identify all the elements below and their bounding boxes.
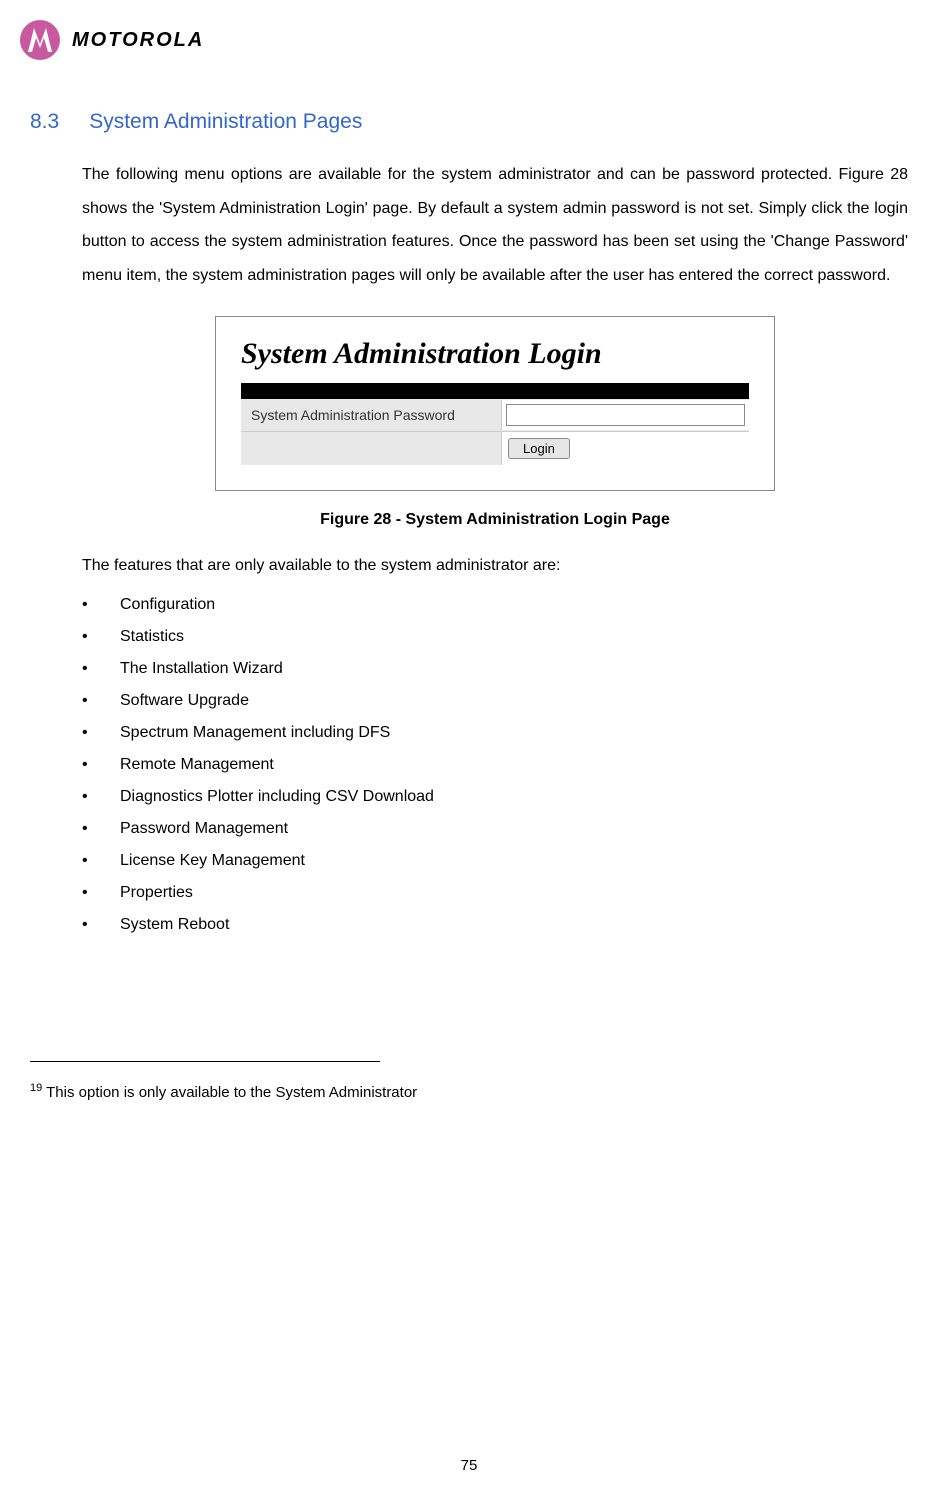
list-item: •Software Upgrade [82, 685, 908, 717]
feature-list: •Configuration •Statistics •The Installa… [82, 589, 908, 941]
login-figure: System Administration Login System Admin… [215, 316, 775, 491]
feature-text: Configuration [120, 596, 215, 614]
feature-text: License Key Management [120, 852, 305, 870]
footnote: 19 This option is only available to the … [30, 1082, 908, 1101]
section-number: 8.3 [30, 110, 59, 134]
motorola-logo-icon [20, 20, 60, 60]
list-item: •The Installation Wizard [82, 653, 908, 685]
feature-text: Software Upgrade [120, 692, 249, 710]
bullet-icon: • [82, 788, 120, 806]
feature-text: The Installation Wizard [120, 660, 283, 678]
feature-text: Properties [120, 884, 193, 902]
bullet-icon: • [82, 756, 120, 774]
footnote-separator [30, 1061, 380, 1062]
login-header-bar [241, 383, 749, 399]
password-row: System Administration Password [241, 399, 749, 432]
login-button[interactable]: Login [508, 438, 570, 459]
feature-text: Remote Management [120, 756, 274, 774]
feature-text: System Reboot [120, 916, 229, 934]
bullet-icon: • [82, 916, 120, 934]
login-button-cell: Login [501, 432, 749, 465]
bullet-icon: • [82, 852, 120, 870]
login-panel-title: System Administration Login [241, 337, 749, 371]
bullet-icon: • [82, 596, 120, 614]
list-item: •Spectrum Management including DFS [82, 717, 908, 749]
feature-text: Password Management [120, 820, 288, 838]
list-item: •Diagnostics Plotter including CSV Downl… [82, 781, 908, 813]
feature-text: Spectrum Management including DFS [120, 724, 390, 742]
list-item: •Statistics [82, 621, 908, 653]
bullet-icon: • [82, 884, 120, 902]
header-logo: MOTOROLA [20, 20, 908, 60]
bullet-icon: • [82, 724, 120, 742]
list-item: •Remote Management [82, 749, 908, 781]
bullet-icon: • [82, 820, 120, 838]
brand-text: MOTOROLA [72, 29, 204, 52]
list-item: •Properties [82, 877, 908, 909]
features-intro: The features that are only available to … [82, 557, 908, 575]
section-title: System Administration Pages [89, 110, 362, 134]
list-item: •System Reboot [82, 909, 908, 941]
bullet-icon: • [82, 660, 120, 678]
feature-text: Statistics [120, 628, 184, 646]
password-input[interactable] [506, 404, 745, 426]
footnote-text: This option is only available to the Sys… [42, 1084, 417, 1101]
bullet-icon: • [82, 692, 120, 710]
page-number: 75 [0, 1457, 938, 1474]
list-item: •Password Management [82, 813, 908, 845]
password-label: System Administration Password [241, 399, 501, 431]
figure-container: System Administration Login System Admin… [82, 316, 908, 491]
intro-paragraph: The following menu options are available… [82, 158, 908, 292]
figure-caption: Figure 28 - System Administration Login … [82, 511, 908, 529]
password-input-cell [501, 400, 749, 430]
bullet-icon: • [82, 628, 120, 646]
footnote-number: 19 [30, 1082, 42, 1094]
section-heading: 8.3 System Administration Pages [30, 110, 908, 134]
feature-text: Diagnostics Plotter including CSV Downlo… [120, 788, 434, 806]
list-item: •License Key Management [82, 845, 908, 877]
list-item: •Configuration [82, 589, 908, 621]
login-button-row: Login [241, 432, 749, 465]
